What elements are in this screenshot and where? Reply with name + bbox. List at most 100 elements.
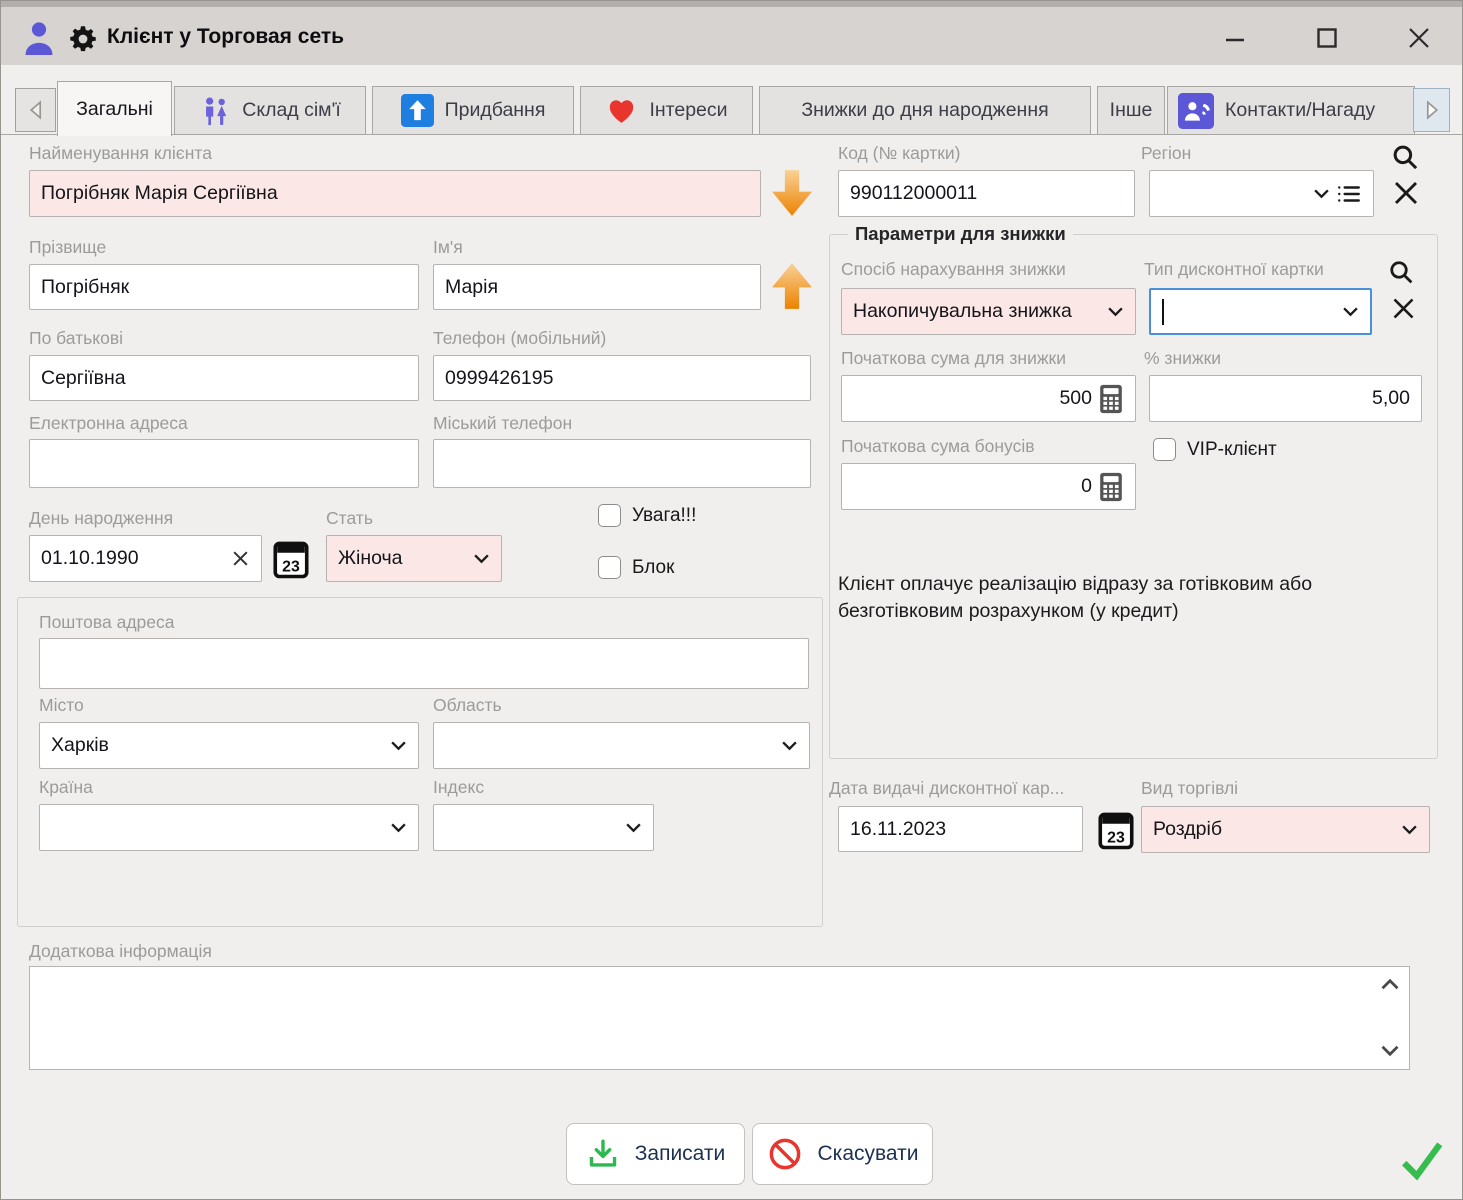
city-phone-label: Міський телефон [433, 413, 572, 434]
titlebar: Клієнт у Торговая сеть [1, 1, 1462, 65]
bonus-sum-value: 0 [853, 475, 1092, 498]
discount-method-select[interactable]: Накопичувальна знижка [841, 288, 1136, 335]
start-sum-value: 500 [853, 387, 1092, 410]
card-type-clear-icon[interactable] [1388, 293, 1418, 323]
calculator-icon[interactable] [1098, 471, 1124, 503]
trade-type-value: Роздріб [1153, 818, 1395, 841]
bonus-sum-label: Початкова сума бонусів [841, 436, 1035, 457]
birthday-field[interactable]: 01.10.1990 [29, 535, 262, 582]
discount-method-value: Накопичувальна знижка [853, 300, 1101, 323]
firstname-field[interactable]: Марія [433, 264, 761, 310]
patronymic-label: По батькові [29, 328, 123, 349]
firstname-label: Ім'я [433, 237, 463, 258]
family-icon [199, 95, 231, 127]
birthday-label: День народження [29, 508, 173, 529]
svg-text:23: 23 [1107, 829, 1125, 846]
issue-date-value: 16.11.2023 [850, 818, 1071, 841]
tab-purchases[interactable]: Придбання [372, 86, 574, 135]
client-window: Клієнт у Торговая сеть Загальні Склад сі… [0, 0, 1463, 1200]
vip-checkbox[interactable] [1153, 438, 1176, 461]
close-button[interactable] [1395, 19, 1443, 57]
client-name-value: Погрібняк Марія Сергіївна [41, 182, 749, 205]
country-label: Країна [39, 777, 93, 798]
chevron-down-icon [1107, 306, 1124, 317]
city-value: Харків [51, 734, 384, 757]
gender-select[interactable]: Жіноча [326, 535, 502, 582]
confirm-check-icon[interactable] [1397, 1137, 1447, 1183]
contacts-icon [1178, 93, 1214, 129]
tab-other-label: Інше [1110, 99, 1153, 122]
birthday-calendar-icon[interactable]: 23 [272, 538, 310, 580]
tab-family-label: Склад сім'ї [242, 99, 340, 122]
additional-info-textarea[interactable] [29, 966, 1410, 1070]
bonus-sum-field[interactable]: 0 [841, 463, 1136, 510]
mobile-phone-field[interactable]: 0999426195 [433, 355, 811, 401]
tab-birthday-discounts[interactable]: Знижки до дня народження [759, 86, 1091, 135]
tab-scroll-right-button[interactable] [1413, 88, 1450, 132]
tab-general[interactable]: Загальні [57, 81, 172, 136]
postal-address-label: Поштова адреса [39, 612, 175, 633]
move-down-arrow-icon[interactable] [769, 162, 815, 224]
card-code-label: Код (№ картки) [838, 143, 960, 164]
percent-field[interactable]: 5,00 [1149, 375, 1422, 422]
discount-method-label: Спосіб нарахування знижки [841, 259, 1066, 280]
start-sum-label: Початкова сума для знижки [841, 348, 1066, 369]
card-type-select[interactable] [1149, 288, 1372, 335]
city-phone-field[interactable] [433, 439, 811, 488]
chevron-down-icon [390, 740, 407, 751]
postal-address-field[interactable] [39, 638, 809, 689]
mobile-phone-value: 0999426195 [445, 367, 799, 390]
birthday-value: 01.10.1990 [41, 547, 231, 570]
region-select[interactable] [1149, 170, 1374, 217]
firstname-value: Марія [445, 276, 749, 299]
tab-family[interactable]: Склад сім'ї [174, 86, 366, 135]
discount-group-title: Параметри для знижки [848, 223, 1073, 245]
birthday-clear-icon[interactable] [231, 549, 250, 568]
client-name-field[interactable]: Погрібняк Марія Сергіївна [29, 170, 761, 217]
attention-checkbox-label: Увага!!! [632, 505, 696, 527]
attention-checkbox[interactable] [598, 504, 621, 527]
issue-date-calendar-icon[interactable]: 23 [1097, 809, 1135, 851]
move-up-arrow-icon[interactable] [769, 255, 815, 317]
save-icon [586, 1137, 620, 1171]
email-label: Електронна адреса [29, 413, 188, 434]
tab-contacts[interactable]: Контакти/Нагаду [1167, 86, 1415, 135]
email-field[interactable] [29, 439, 419, 488]
client-name-label: Найменування клієнта [29, 143, 212, 164]
mobile-phone-label: Телефон (мобільний) [433, 328, 606, 349]
start-sum-field[interactable]: 500 [841, 375, 1136, 422]
save-button[interactable]: Записати [566, 1123, 745, 1185]
save-button-label: Записати [635, 1142, 726, 1166]
minimize-button[interactable] [1211, 19, 1259, 57]
scroll-down-icon[interactable] [1378, 1041, 1402, 1059]
city-select[interactable]: Харків [39, 722, 419, 769]
percent-label: % знижки [1144, 348, 1221, 369]
tab-other[interactable]: Інше [1097, 86, 1165, 135]
maximize-button[interactable] [1303, 19, 1351, 57]
issue-date-label: Дата видачі дисконтної кар... [829, 778, 1064, 799]
country-select[interactable] [39, 804, 419, 851]
cancel-button-label: Скасувати [818, 1142, 919, 1166]
scroll-up-icon[interactable] [1378, 975, 1402, 993]
window-title: Клієнт у Торговая сеть [107, 25, 344, 49]
region-clear-icon[interactable] [1390, 177, 1422, 209]
card-type-search-icon[interactable] [1386, 257, 1416, 287]
trade-type-select[interactable]: Роздріб [1141, 806, 1430, 853]
card-code-field[interactable]: 990112000011 [838, 170, 1135, 217]
tab-interests[interactable]: Інтереси [580, 86, 753, 135]
block-checkbox-label: Блок [632, 557, 674, 579]
list-icon[interactable] [1336, 183, 1362, 205]
oblast-select[interactable] [433, 722, 810, 769]
calculator-icon[interactable] [1098, 383, 1124, 415]
cancel-icon [767, 1136, 803, 1172]
region-search-icon[interactable] [1389, 141, 1421, 173]
cancel-button[interactable]: Скасувати [752, 1123, 933, 1185]
tab-scroll-left-button[interactable] [15, 88, 56, 132]
patronymic-field[interactable]: Сергіївна [29, 355, 419, 401]
index-select[interactable] [433, 804, 654, 851]
block-checkbox[interactable] [598, 556, 621, 579]
issue-date-field[interactable]: 16.11.2023 [838, 806, 1083, 852]
chevron-down-icon [625, 822, 642, 833]
heart-icon [605, 94, 638, 127]
surname-field[interactable]: Погрібняк [29, 264, 419, 310]
